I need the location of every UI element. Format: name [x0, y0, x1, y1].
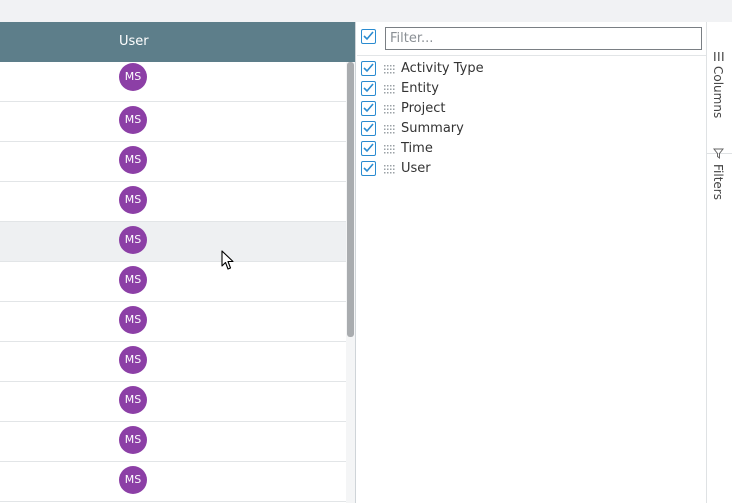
- tab-columns[interactable]: Columns: [707, 40, 732, 154]
- avatar: MS: [119, 106, 147, 134]
- scrollbar-thumb[interactable]: [347, 62, 354, 337]
- table-row[interactable]: MS: [0, 462, 346, 502]
- drag-handle-icon[interactable]: [384, 145, 395, 154]
- drag-handle-icon[interactable]: [384, 65, 395, 74]
- avatar: MS: [119, 266, 147, 294]
- data-grid: User MS MS MS MS MS MS MS MS MS MS MS: [0, 22, 356, 503]
- avatar: MS: [119, 186, 147, 214]
- drag-handle-icon[interactable]: [384, 125, 395, 134]
- select-all-checkbox[interactable]: [361, 29, 376, 44]
- grid-header: User: [0, 22, 355, 62]
- avatar: MS: [119, 466, 147, 494]
- avatar: MS: [119, 346, 147, 374]
- column-checkbox[interactable]: [361, 161, 376, 176]
- table-row[interactable]: MS: [0, 182, 346, 222]
- column-checkbox[interactable]: [361, 141, 376, 156]
- column-item[interactable]: Activity Type: [357, 60, 706, 80]
- column-label: Summary: [401, 121, 464, 136]
- tab-filters-label: Filters: [711, 164, 725, 200]
- table-row[interactable]: MS: [0, 342, 346, 382]
- column-item[interactable]: Time: [357, 140, 706, 160]
- drag-handle-icon[interactable]: [384, 85, 395, 94]
- table-row[interactable]: MS: [0, 102, 346, 142]
- column-item[interactable]: Summary: [357, 120, 706, 140]
- drag-handle-icon[interactable]: [384, 165, 395, 174]
- table-row[interactable]: MS: [0, 422, 346, 462]
- column-checkbox[interactable]: [361, 81, 376, 96]
- drag-handle-icon[interactable]: [384, 105, 395, 114]
- avatar: MS: [119, 386, 147, 414]
- tab-columns-label: Columns: [711, 66, 725, 119]
- columns-panel-header: [357, 22, 706, 56]
- top-bar: [0, 0, 732, 22]
- table-row[interactable]: MS: [0, 142, 346, 182]
- avatar: MS: [119, 63, 147, 91]
- table-row[interactable]: MS: [0, 382, 346, 422]
- avatar: MS: [119, 426, 147, 454]
- column-label: User: [401, 161, 431, 176]
- column-header-user[interactable]: User: [119, 34, 149, 49]
- avatar: MS: [119, 306, 147, 334]
- side-bar: Columns Filters: [706, 22, 732, 503]
- columns-icon: [714, 52, 724, 61]
- column-label: Activity Type: [401, 61, 484, 76]
- column-label: Time: [401, 141, 433, 156]
- table-row[interactable]: MS: [0, 62, 346, 102]
- grid-rows: MS MS MS MS MS MS MS MS MS MS MS: [0, 62, 346, 502]
- filter-icon: [713, 148, 724, 159]
- mouse-cursor-icon: [221, 250, 234, 270]
- column-label: Project: [401, 101, 446, 116]
- table-row[interactable]: MS: [0, 262, 346, 302]
- table-row[interactable]: MS: [0, 302, 346, 342]
- column-filter-input[interactable]: [385, 27, 702, 50]
- column-item[interactable]: Project: [357, 100, 706, 120]
- column-label: Entity: [401, 81, 439, 96]
- column-list: Activity Type Entity Project Summary Tim…: [357, 60, 706, 180]
- column-checkbox[interactable]: [361, 61, 376, 76]
- tab-filters[interactable]: Filters: [707, 138, 732, 238]
- column-item[interactable]: User: [357, 160, 706, 180]
- column-checkbox[interactable]: [361, 121, 376, 136]
- table-row[interactable]: MS: [0, 222, 346, 262]
- avatar: MS: [119, 146, 147, 174]
- avatar: MS: [119, 226, 147, 254]
- column-checkbox[interactable]: [361, 101, 376, 116]
- columns-tool-panel: Activity Type Entity Project Summary Tim…: [357, 22, 706, 503]
- column-item[interactable]: Entity: [357, 80, 706, 100]
